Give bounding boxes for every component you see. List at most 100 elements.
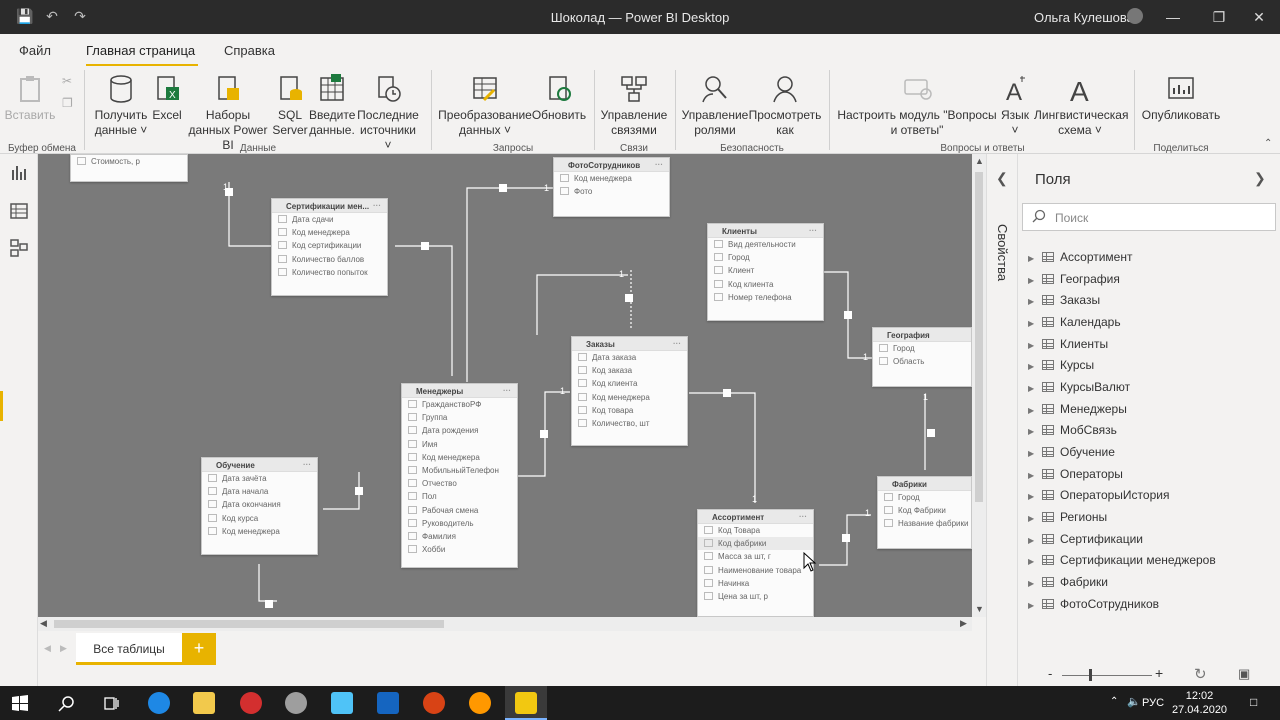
scroll-up-icon[interactable]: ▲ [975, 156, 984, 166]
expand-icon[interactable]: ▶ [1028, 579, 1042, 588]
table-card[interactable]: Сертификации мен... ··· Дата сдачи Код ме… [271, 198, 388, 296]
field[interactable]: Код Товара [698, 524, 813, 537]
field[interactable]: Дата окончания [202, 498, 317, 511]
collapse-left-icon[interactable]: ❮ [996, 170, 1008, 187]
field[interactable]: Код заказа [572, 364, 687, 377]
field[interactable]: Город [878, 491, 971, 504]
more-icon[interactable]: ··· [503, 386, 511, 395]
scroll-thumb[interactable] [975, 172, 983, 502]
field[interactable]: Код сертификации [272, 239, 387, 252]
task-view-icon[interactable] [103, 695, 120, 712]
field-list-item[interactable]: ▶ КурсыВалют [1028, 380, 1130, 398]
linguistic-schema-button[interactable]: A Лингвистическая схема ˅ [1034, 74, 1128, 138]
publish-button[interactable]: Опубликовать [1140, 74, 1222, 123]
field[interactable]: Дата начала [202, 485, 317, 498]
collapse-ribbon-icon[interactable]: ⌃ [1264, 138, 1272, 149]
expand-icon[interactable]: ▶ [1028, 319, 1042, 328]
add-page-button[interactable]: + [182, 633, 216, 665]
search-input[interactable]: Поиск [1022, 203, 1276, 231]
outlook-icon[interactable] [377, 692, 399, 714]
sql-server-button[interactable]: SQL Server [270, 74, 310, 138]
field[interactable]: Код менеджера [202, 525, 317, 538]
tab-prev-icon[interactable]: ◀ [44, 643, 51, 654]
field-list-item[interactable]: ▶ Календарь [1028, 315, 1121, 333]
table-card[interactable]: География Город Область [872, 327, 972, 387]
report-view-icon[interactable] [10, 164, 28, 182]
windows-start-icon[interactable] [12, 695, 28, 711]
reset-zoom-icon[interactable]: ↻ [1194, 665, 1207, 683]
field[interactable]: Код менеджера [572, 391, 687, 404]
field[interactable]: Количество попыток [272, 266, 387, 279]
language-button[interactable]: A Язык ˅ [996, 74, 1034, 138]
field[interactable]: Дата сдачи [272, 213, 387, 226]
copy-icon[interactable]: ❐ [62, 96, 73, 110]
field[interactable]: Фамилия [402, 530, 517, 543]
field-list-item[interactable]: ▶ Сертификации [1028, 532, 1143, 550]
app-icon[interactable] [469, 692, 491, 714]
language-indicator[interactable]: РУС [1142, 697, 1164, 709]
field[interactable]: Дата рождения [402, 424, 517, 437]
more-icon[interactable]: ··· [673, 339, 681, 348]
powerbi-datasets-button[interactable]: Наборы данных Power BI [184, 74, 272, 153]
avatar[interactable] [1127, 8, 1143, 24]
table-card[interactable]: Фабрики Город Код Фабрики Название фабри… [877, 476, 972, 549]
model-canvas[interactable]: Стоимость, р ФотоСотрудников ··· Код мене… [38, 154, 972, 617]
table-card[interactable]: Обучение ··· Дата зачёта Дата начала Дата… [201, 457, 318, 555]
more-icon[interactable]: ··· [799, 512, 807, 521]
field-list-item[interactable]: ▶ Фабрики [1028, 575, 1108, 593]
model-view-icon[interactable] [10, 239, 28, 257]
get-data-button[interactable]: Получить данные ˅ [90, 74, 152, 138]
clock[interactable]: 12:02 27.04.2020 [1172, 689, 1227, 717]
field[interactable]: Область [873, 355, 971, 368]
field[interactable]: Хобби [402, 543, 517, 556]
expand-icon[interactable]: ▶ [1028, 557, 1042, 566]
vertical-scrollbar[interactable]: ▲ ▼ [972, 154, 986, 617]
user-name[interactable]: Ольга Кулешова [1034, 10, 1134, 25]
expand-icon[interactable]: ▶ [1028, 362, 1042, 371]
field[interactable]: Наименование товара [698, 564, 813, 577]
collapse-right-icon[interactable]: ❯ [1254, 170, 1266, 187]
opera-icon[interactable] [240, 692, 262, 714]
expand-icon[interactable]: ▶ [1028, 427, 1042, 436]
field[interactable]: Код фабрики [698, 537, 813, 551]
manage-relationships-button[interactable]: Управление связями [600, 74, 668, 138]
field-list-item[interactable]: ▶ География [1028, 272, 1120, 290]
zoom-out-button[interactable]: - [1048, 666, 1052, 681]
field[interactable]: Вид деятельности [708, 238, 823, 251]
table-card[interactable]: Стоимость, р [70, 154, 188, 182]
properties-label[interactable]: Свойства [995, 224, 1010, 281]
edge-icon[interactable] [148, 692, 170, 714]
expand-icon[interactable]: ▶ [1028, 492, 1042, 501]
transform-data-button[interactable]: Преобразование данных ˅ [437, 74, 533, 138]
field-list-item[interactable]: ▶ МобСвязь [1028, 423, 1117, 441]
field[interactable]: Цена за шт, р [698, 590, 813, 603]
field-list-item[interactable]: ▶ Обучение [1028, 445, 1115, 463]
close-button[interactable]: ✕ [1236, 0, 1280, 34]
more-icon[interactable]: ··· [809, 226, 817, 235]
field[interactable]: Название фабрики [878, 517, 971, 530]
recent-sources-button[interactable]: Последние источники ˅ [355, 74, 421, 153]
tab-file[interactable]: Файл [19, 43, 51, 58]
field[interactable]: Пол [402, 490, 517, 503]
field[interactable]: Номер телефона [708, 291, 823, 304]
more-icon[interactable]: ··· [655, 160, 663, 169]
paste-button[interactable]: Вставить [4, 74, 56, 123]
field[interactable]: Начинка [698, 577, 813, 590]
field[interactable]: Рабочая смена [402, 504, 517, 517]
field-list-item[interactable]: ▶ Курсы [1028, 358, 1094, 376]
field[interactable]: Дата заказа [572, 351, 687, 364]
expand-icon[interactable]: ▶ [1028, 449, 1042, 458]
table-card[interactable]: ФотоСотрудников ··· Код менеджера Фото [553, 157, 670, 217]
expand-icon[interactable]: ▶ [1028, 384, 1042, 393]
expand-icon[interactable]: ▶ [1028, 297, 1042, 306]
tab-all-tables[interactable]: Все таблицы [76, 633, 182, 665]
tab-help[interactable]: Справка [224, 43, 275, 58]
field[interactable]: Количество баллов [272, 253, 387, 266]
search-icon[interactable] [58, 695, 75, 712]
field-list-item[interactable]: ▶ Операторы [1028, 467, 1123, 485]
powerpoint-icon[interactable] [423, 692, 445, 714]
field-list-item[interactable]: ▶ Заказы [1028, 293, 1100, 311]
field[interactable]: Код менеджера [402, 451, 517, 464]
field[interactable]: Код клиента [708, 278, 823, 291]
more-icon[interactable]: ··· [303, 460, 311, 469]
